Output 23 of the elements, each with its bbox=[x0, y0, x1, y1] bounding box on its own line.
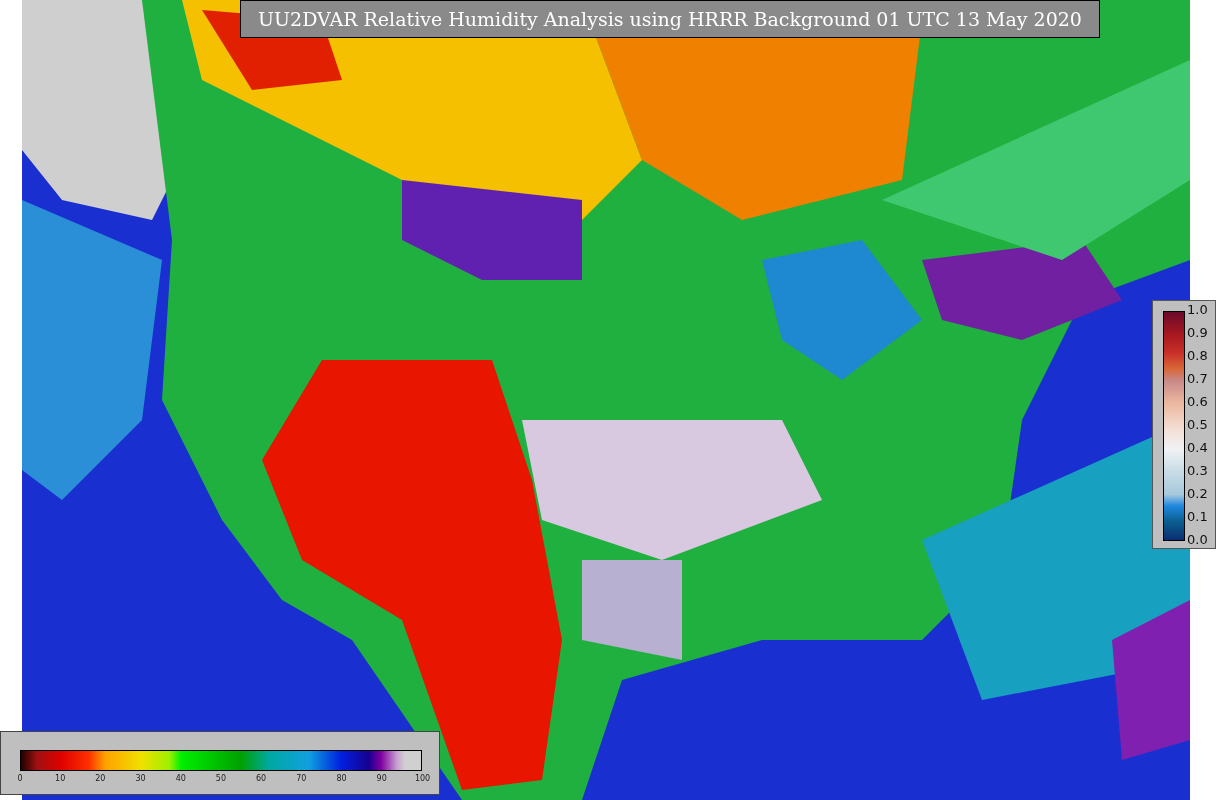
scale-tick-label: 0.4 bbox=[1187, 441, 1208, 455]
scale-tick-label: 100 bbox=[414, 774, 429, 783]
scale-tick-label: 50 bbox=[214, 774, 228, 783]
scale-tick-label: 80 bbox=[335, 774, 348, 783]
scale-tick-label: 0.8 bbox=[1187, 349, 1208, 363]
scale-tick-label: 70 bbox=[295, 774, 308, 783]
scale-tick-label: 0.2 bbox=[1187, 487, 1208, 501]
scale-tick-label: 0 bbox=[16, 774, 24, 783]
scale-tick-label: 60 bbox=[255, 774, 268, 783]
scale-tick-label: 0.3 bbox=[1187, 464, 1208, 478]
scale-tick-label: 0.9 bbox=[1187, 326, 1208, 340]
scale-tick-label: 90 bbox=[375, 774, 388, 783]
scale-tick-label: 10 bbox=[54, 774, 67, 783]
scale-tick-label: 40 bbox=[174, 774, 187, 783]
scale-tick-label: 30 bbox=[134, 774, 147, 783]
scale-tick-label: 0.5 bbox=[1187, 418, 1208, 432]
scale-tick-label: 1.0 bbox=[1187, 303, 1208, 317]
map-title: UU2DVAR Relative Humidity Analysis using HRRR Background 01 UTC 13 May 2020 bbox=[240, 0, 1100, 38]
scale-tick-label: 20 bbox=[94, 774, 107, 783]
scale-tick-label: 0.1 bbox=[1187, 510, 1208, 524]
scale-tick-label: 0.0 bbox=[1187, 533, 1208, 547]
scale-tick-label: 0.6 bbox=[1187, 395, 1208, 409]
scale-tick-label: 0.7 bbox=[1187, 372, 1208, 386]
